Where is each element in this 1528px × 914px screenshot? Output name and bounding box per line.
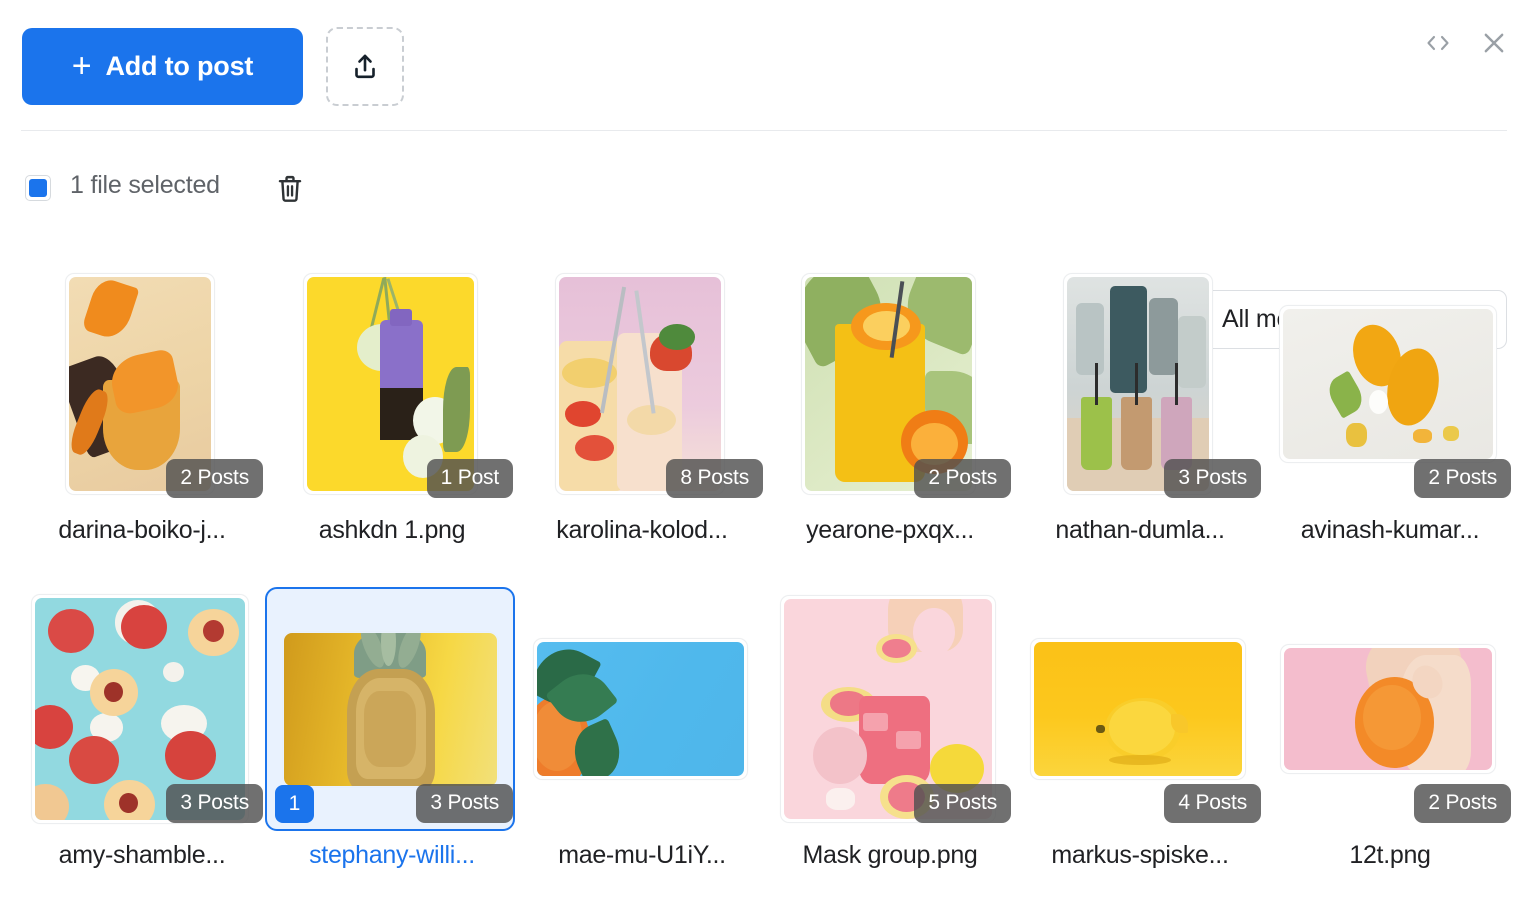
media-item[interactable]: 4 Posts markus-spiske...	[1013, 587, 1263, 869]
media-thumbnail[interactable]	[283, 632, 498, 787]
upload-button[interactable]	[326, 27, 404, 106]
media-filename: Mask group.png	[802, 841, 978, 869]
media-thumbnail[interactable]	[1280, 644, 1496, 774]
media-filename: avinash-kumar...	[1300, 516, 1480, 544]
add-to-post-button[interactable]: + Add to post	[22, 28, 303, 105]
media-item[interactable]: 2 Posts avinash-kumar...	[1263, 262, 1513, 544]
media-filename: stephany-willi...	[309, 841, 475, 869]
media-item[interactable]: 1 Post ashkdn 1.png	[265, 262, 515, 544]
select-all-checkbox[interactable]	[25, 175, 51, 201]
media-item-selected[interactable]: 1 3 Posts stephany-willi...	[265, 587, 515, 869]
media-item[interactable]: 2 Posts 12t.png	[1263, 587, 1513, 869]
media-item[interactable]: 8 Posts karolina-kolod...	[515, 262, 765, 544]
media-filename: markus-spiske...	[1051, 841, 1229, 869]
media-thumbnail-wrap[interactable]	[517, 589, 763, 829]
media-item[interactable]: mae-mu-U1iY...	[515, 587, 765, 869]
upload-icon	[355, 54, 375, 78]
trash-icon	[278, 175, 302, 202]
media-thumbnail-wrap[interactable]	[1015, 589, 1261, 829]
media-thumbnail-wrap[interactable]	[267, 264, 513, 504]
media-thumbnail-wrap[interactable]	[267, 589, 513, 829]
media-filename: darina-boiko-j...	[58, 516, 226, 544]
media-thumbnail-wrap[interactable]	[1265, 589, 1511, 829]
plus-icon: +	[71, 46, 92, 85]
media-filename: yearone-pxqx...	[806, 516, 974, 544]
media-item[interactable]: 2 Posts yearone-pxqx...	[763, 262, 1013, 544]
media-thumbnail[interactable]	[555, 273, 725, 495]
media-thumbnail[interactable]	[532, 638, 748, 780]
add-to-post-label: Add to post	[105, 51, 254, 81]
media-thumbnail-wrap[interactable]	[17, 589, 263, 829]
media-thumbnail-wrap[interactable]	[765, 589, 1011, 829]
media-thumbnail[interactable]	[1030, 638, 1246, 780]
media-item[interactable]: 2 Posts darina-boiko-j...	[15, 262, 265, 544]
media-thumbnail[interactable]	[1063, 273, 1213, 495]
media-thumbnail[interactable]	[31, 594, 249, 824]
media-grid-row: 3 Posts amy-shamble... 1 3 Posts stephan…	[0, 587, 1528, 892]
media-item[interactable]: 5 Posts Mask group.png	[763, 587, 1013, 869]
media-thumbnail-wrap[interactable]	[1015, 264, 1261, 504]
media-filename: mae-mu-U1iY...	[558, 841, 726, 869]
media-grid-row: 2 Posts darina-boiko-j... 1 Post ashkdn …	[0, 262, 1528, 567]
code-brackets-icon	[1427, 35, 1449, 51]
media-filename: ashkdn 1.png	[318, 516, 466, 544]
embed-code-button[interactable]	[1420, 25, 1456, 61]
media-item[interactable]: 3 Posts amy-shamble...	[15, 587, 265, 869]
checkbox-indeterminate-mark	[29, 179, 47, 197]
media-thumbnail-wrap[interactable]	[765, 264, 1011, 504]
delete-selected-button[interactable]	[272, 171, 308, 207]
media-thumbnail[interactable]	[1279, 305, 1497, 463]
media-filename: 12t.png	[1349, 841, 1431, 869]
media-filename: karolina-kolod...	[556, 516, 728, 544]
media-item[interactable]: 3 Posts nathan-dumla...	[1013, 262, 1263, 544]
selection-count-label: 1 file selected	[70, 171, 220, 199]
close-icon	[1484, 33, 1504, 53]
media-thumbnail-wrap[interactable]	[517, 264, 763, 504]
media-thumbnail-wrap[interactable]	[17, 264, 263, 504]
media-filename: amy-shamble...	[58, 841, 226, 869]
media-thumbnail-wrap[interactable]	[1265, 264, 1511, 504]
media-filename: nathan-dumla...	[1055, 516, 1225, 544]
close-button[interactable]	[1476, 25, 1512, 61]
media-thumbnail[interactable]	[780, 595, 996, 823]
media-thumbnail[interactable]	[800, 273, 976, 495]
media-thumbnail[interactable]	[302, 273, 478, 495]
media-library-panel: + Add to post 1 file selected All media …	[0, 0, 1528, 914]
selection-bar: 1 file selected All media 38	[0, 131, 1528, 349]
media-grid: 2 Posts darina-boiko-j... 1 Post ashkdn …	[0, 262, 1528, 914]
toolbar: + Add to post	[0, 0, 1528, 131]
media-thumbnail[interactable]	[65, 273, 215, 495]
